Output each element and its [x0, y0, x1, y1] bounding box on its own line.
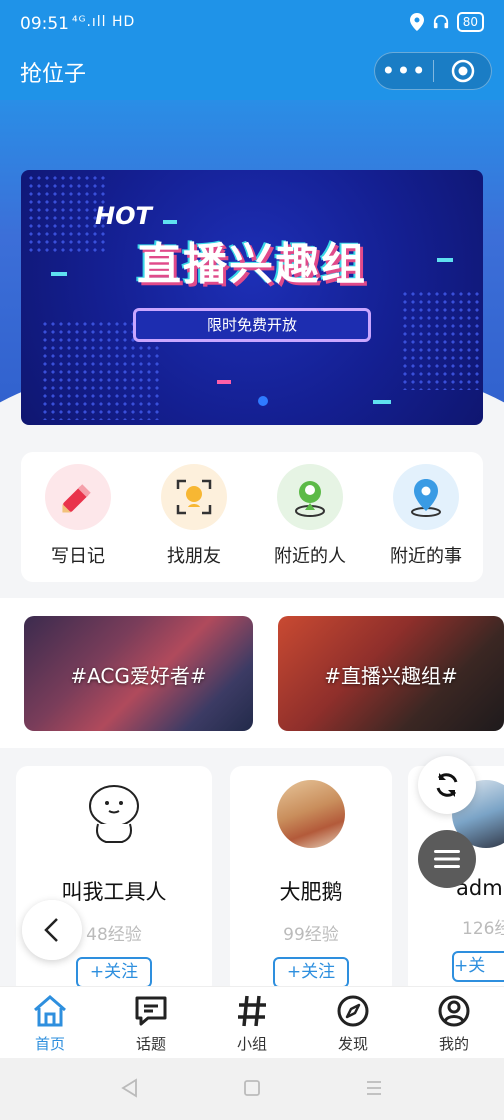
avatar: [80, 780, 148, 848]
back-button[interactable]: [22, 900, 82, 960]
tab-topics[interactable]: 话题: [101, 993, 201, 1054]
mini-program-capsule: •••: [374, 52, 492, 90]
tab-bar: 首页 话题 小组 发现 我的: [0, 986, 504, 1058]
topic-card-acg[interactable]: #ACG爱好者#: [24, 616, 253, 731]
menu-button[interactable]: [418, 830, 476, 888]
battery-indicator: 80: [456, 12, 484, 32]
hamburger-icon: [434, 850, 460, 868]
location-pin-icon: [393, 464, 459, 530]
compass-icon: [303, 993, 403, 1029]
user-icon: [404, 993, 504, 1029]
banner-dots-decoration: [401, 290, 481, 390]
quick-label: 附近的事: [390, 546, 462, 567]
tab-profile[interactable]: 我的: [404, 993, 504, 1054]
quick-label: 找朋友: [167, 546, 221, 567]
location-status-icon: [409, 13, 425, 31]
tab-groups[interactable]: 小组: [202, 993, 302, 1054]
tab-discover[interactable]: 发现: [303, 993, 403, 1054]
tab-label: 发现: [337, 1035, 368, 1053]
tab-label: 话题: [135, 1035, 166, 1053]
quick-actions: 写日记 找朋友 附近的人 附近的事: [21, 452, 483, 582]
scan-face-icon: [161, 464, 227, 530]
avatar: [277, 780, 345, 848]
tab-label: 我的: [438, 1035, 469, 1053]
status-time: 09:51: [20, 14, 69, 34]
refresh-icon: [436, 773, 458, 797]
banner-title: 直播兴趣组: [137, 239, 367, 290]
title-bar: 09:51 ⁴ᴳ.ıll HD 80 抢位子 •••: [0, 0, 504, 100]
topic-label: #ACG爱好者#: [70, 664, 207, 688]
pencil-icon: [45, 464, 111, 530]
banner-subtitle: 限时免费开放: [133, 308, 371, 342]
banner-dash: [217, 380, 231, 384]
banner-dot: [258, 396, 268, 406]
follow-button[interactable]: +关注: [76, 957, 152, 986]
headset-status-icon: [433, 13, 449, 31]
target-icon: [451, 59, 474, 83]
system-navigation-bar: [0, 1058, 504, 1120]
user-card[interactable]: 大肥鹅 99经验 +关注: [230, 766, 392, 986]
banner-live-interest[interactable]: HOT 直播兴趣组 限时免费开放: [21, 170, 483, 425]
chat-icon: [101, 993, 201, 1029]
follow-button[interactable]: +关: [452, 951, 504, 982]
hot-tag: HOT: [95, 202, 152, 230]
quick-nearby-events[interactable]: 附近的事: [371, 464, 481, 568]
tab-label: 小组: [236, 1035, 267, 1053]
banner-dash: [163, 220, 177, 224]
user-exp: 126经: [462, 919, 504, 939]
status-bar: 09:51 ⁴ᴳ.ıll HD 80: [0, 0, 504, 48]
page-title: 抢位子: [20, 62, 87, 87]
follow-button[interactable]: +关注: [273, 957, 349, 986]
quick-label: 附近的人: [274, 546, 346, 567]
banner-dash: [373, 400, 391, 404]
chevron-left-icon: [44, 918, 58, 942]
signal-indicator: ⁴ᴳ.ıll HD: [72, 14, 136, 30]
nav-menu-icon[interactable]: [362, 1076, 386, 1100]
home-icon: [0, 993, 100, 1029]
hashtag-icon: [202, 993, 302, 1029]
quick-write-diary[interactable]: 写日记: [23, 464, 133, 568]
quick-label: 写日记: [51, 546, 105, 567]
topic-section: #ACG爱好者# #直播兴趣组#: [0, 598, 504, 748]
quick-nearby-people[interactable]: 附近的人: [255, 464, 365, 568]
tab-label: 首页: [34, 1035, 65, 1053]
tab-home[interactable]: 首页: [0, 993, 100, 1054]
user-exp: 99经验: [283, 925, 339, 945]
topic-label: #直播兴趣组#: [324, 664, 458, 688]
refresh-button[interactable]: [418, 756, 476, 814]
topic-card-live[interactable]: #直播兴趣组#: [278, 616, 504, 731]
close-program-button[interactable]: [434, 59, 491, 83]
more-menu-button[interactable]: •••: [375, 59, 433, 83]
nav-back-icon[interactable]: [118, 1076, 142, 1100]
user-name: 大肥鹅: [279, 880, 343, 904]
person-pin-icon: [277, 464, 343, 530]
quick-find-friends[interactable]: 找朋友: [139, 464, 249, 568]
nav-home-icon[interactable]: [240, 1076, 264, 1100]
